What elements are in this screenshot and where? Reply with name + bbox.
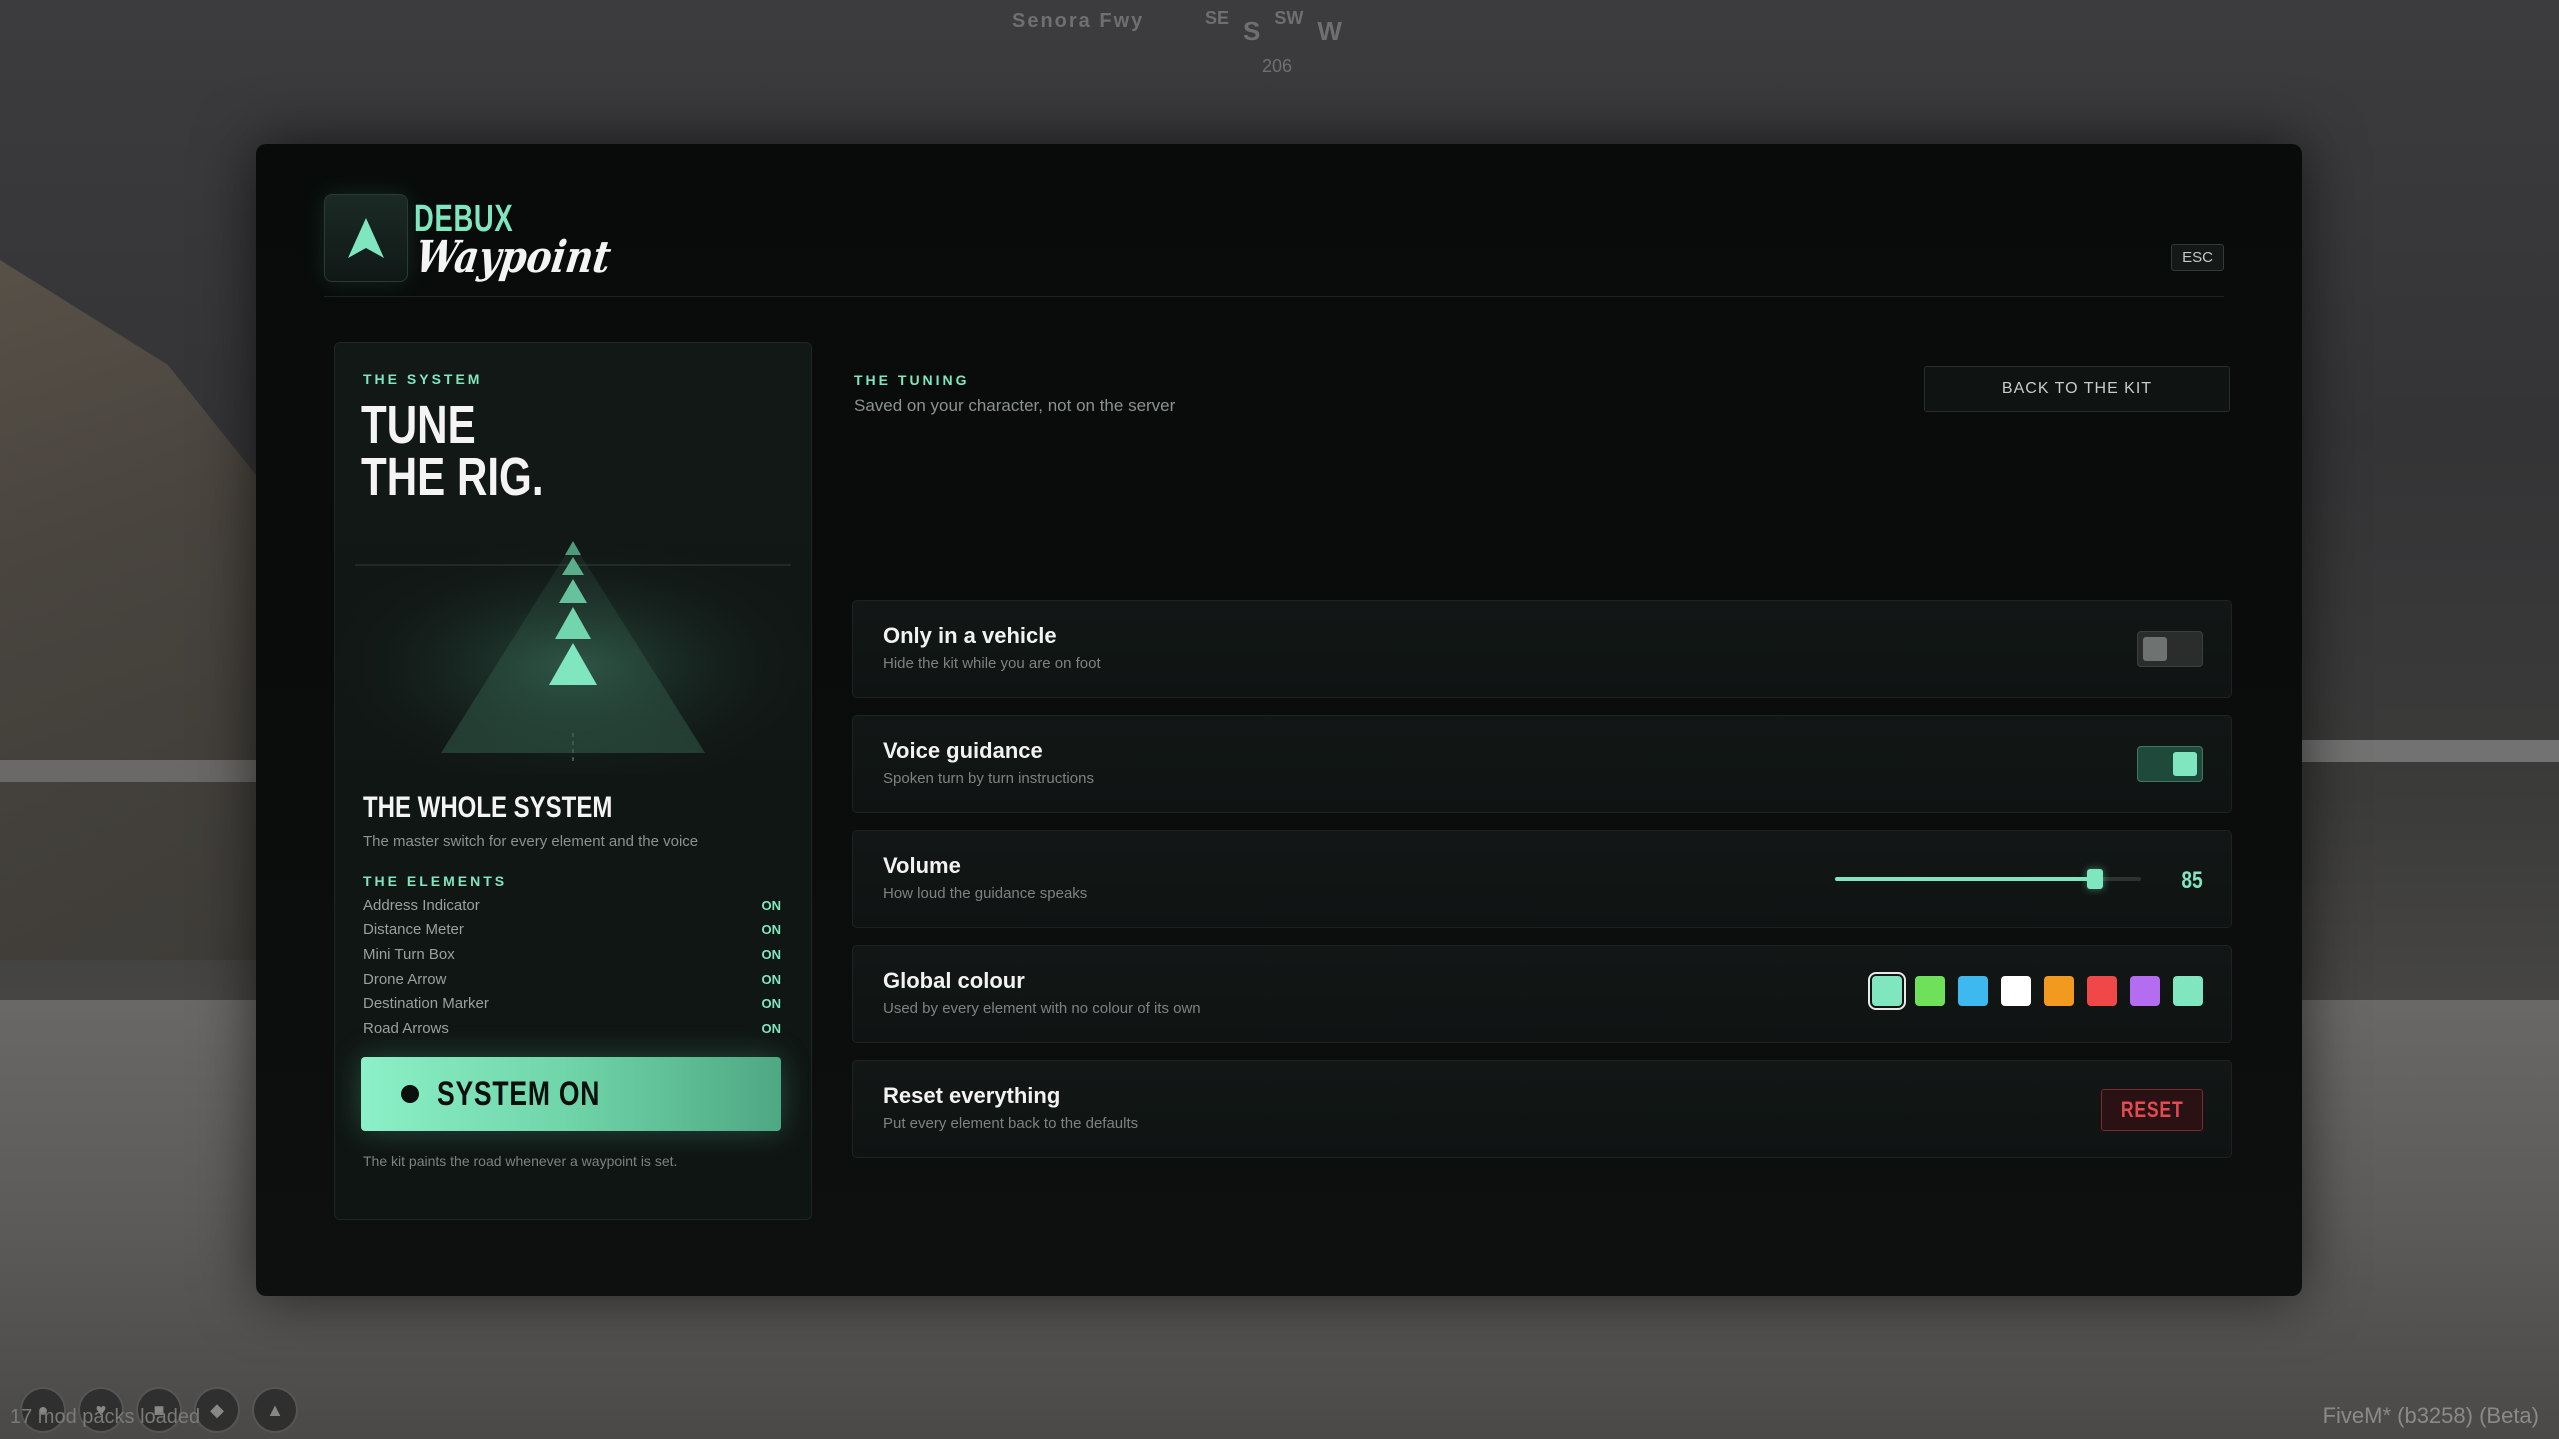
- reset-button-label: RESET: [2120, 1097, 2184, 1122]
- background-guardrail-left: [0, 760, 260, 782]
- esc-button[interactable]: ESC: [2171, 244, 2224, 271]
- list-item: Destination Marker ON: [363, 991, 781, 1016]
- list-item: Address Indicator ON: [363, 893, 781, 918]
- colour-swatch[interactable]: [2130, 976, 2160, 1006]
- system-button-label: SYSTEM ON: [437, 1074, 601, 1113]
- setting-description: Hide the kit while you are on foot: [883, 655, 1101, 672]
- setting-description: Spoken turn by turn instructions: [883, 770, 1094, 787]
- compass-w: W: [1317, 16, 1342, 46]
- element-name: Mini Turn Box: [363, 945, 455, 963]
- status-dot-icon: [401, 1085, 419, 1103]
- system-card: THE SYSTEM TUNE THE RIG. THE WHOLE SYSTE…: [334, 342, 812, 1220]
- setting-name: Reset everything: [883, 1083, 1061, 1108]
- list-item: Distance Meter ON: [363, 918, 781, 943]
- element-name: Destination Marker: [363, 995, 489, 1013]
- tuning-eyebrow: THE TUNING: [854, 372, 970, 388]
- voice-guidance-toggle[interactable]: [2137, 746, 2203, 782]
- toggle-knob: [2143, 637, 2167, 661]
- colour-swatches: [1868, 972, 2203, 1010]
- elements-eyebrow: THE ELEMENTS: [363, 873, 508, 889]
- hud-mod-status: 17 mod packs loaded: [10, 1406, 201, 1428]
- waypoint-settings-panel: DEBUX Waypoint ESC THE SYSTEM TUNE THE R…: [256, 144, 2302, 1296]
- hud-heading: 206: [1262, 56, 1293, 76]
- setting-volume: Volume How loud the guidance speaks 85: [852, 830, 2232, 928]
- list-item: Mini Turn Box ON: [363, 942, 781, 967]
- system-title-line2: THE RIG.: [361, 447, 544, 507]
- setting-name: Volume: [883, 853, 961, 878]
- setting-name: Voice guidance: [883, 738, 1043, 763]
- colour-swatch[interactable]: [1958, 976, 1988, 1006]
- logo-badge: [324, 194, 408, 282]
- colour-swatch[interactable]: [2173, 976, 2203, 1006]
- setting-voice-guidance: Voice guidance Spoken turn by turn instr…: [852, 715, 2232, 813]
- setting-global-colour: Global colour Used by every element with…: [852, 945, 2232, 1043]
- setting-name: Only in a vehicle: [883, 623, 1057, 648]
- element-name: Distance Meter: [363, 921, 464, 939]
- brand-script: Waypoint: [412, 232, 615, 283]
- panel-header: DEBUX Waypoint ESC: [324, 184, 2224, 297]
- system-eyebrow: THE SYSTEM: [363, 371, 483, 387]
- compass-sw: SW: [1274, 8, 1304, 28]
- arrow-icon: [348, 218, 384, 258]
- colour-swatch[interactable]: [2044, 976, 2074, 1006]
- volume-value: 85: [2181, 867, 2203, 894]
- volume-slider[interactable]: [1835, 869, 2141, 889]
- client-version: FiveM* (b3258) (Beta): [2322, 1403, 2539, 1428]
- system-title-line1: TUNE: [361, 395, 476, 455]
- reset-button[interactable]: RESET: [2101, 1089, 2203, 1131]
- setting-description: Put every element back to the defaults: [883, 1115, 1139, 1132]
- hud-compass: SE S SW W: [1205, 8, 1342, 47]
- compass-se: SE: [1205, 8, 1230, 28]
- list-item: Drone Arrow ON: [363, 967, 781, 992]
- setting-description: How loud the guidance speaks: [883, 885, 1088, 902]
- back-to-kit-button[interactable]: BACK TO THE KIT: [1924, 366, 2230, 412]
- element-name: Drone Arrow: [363, 970, 447, 988]
- background-guardrail-right: [2259, 740, 2559, 762]
- system-title: TUNE THE RIG.: [361, 395, 544, 507]
- setting-name: Global colour: [883, 968, 1025, 993]
- whole-system-subtitle: The master switch for every element and …: [363, 833, 699, 850]
- element-state: ON: [761, 996, 782, 1012]
- compass-s: S: [1243, 16, 1261, 46]
- hunger-icon: ▲: [252, 1387, 298, 1433]
- volume-slider-fill: [1835, 877, 2096, 881]
- volume-slider-thumb[interactable]: [2087, 869, 2104, 889]
- element-state: ON: [761, 922, 782, 938]
- element-state: ON: [761, 971, 782, 987]
- road-arrows-illustration: [335, 533, 811, 773]
- tuning-subtitle: Saved on your character, not on the serv…: [854, 396, 1176, 415]
- setting-only-in-vehicle: Only in a vehicle Hide the kit while you…: [852, 600, 2232, 698]
- element-state: ON: [761, 1020, 782, 1036]
- elements-list: Address Indicator ON Distance Meter ON M…: [363, 893, 781, 1041]
- element-state: ON: [761, 946, 782, 962]
- hud-street-name: Senora Fwy: [1012, 10, 1145, 32]
- element-state: ON: [761, 897, 782, 913]
- colour-swatch[interactable]: [1915, 976, 1945, 1006]
- element-name: Road Arrows: [363, 1019, 449, 1037]
- colour-swatch[interactable]: [2087, 976, 2117, 1006]
- colour-swatch[interactable]: [2001, 976, 2031, 1006]
- thirst-icon: ◆: [194, 1387, 240, 1433]
- colour-swatch[interactable]: [1868, 972, 1906, 1010]
- system-toggle-button[interactable]: SYSTEM ON: [361, 1057, 781, 1131]
- only-in-vehicle-toggle[interactable]: [2137, 631, 2203, 667]
- list-item: Road Arrows ON: [363, 1016, 781, 1041]
- whole-system-title: THE WHOLE SYSTEM: [363, 791, 613, 824]
- setting-description: Used by every element with no colour of …: [883, 1000, 1201, 1017]
- toggle-knob: [2173, 752, 2197, 776]
- element-name: Address Indicator: [363, 896, 480, 914]
- setting-reset-everything: Reset everything Put every element back …: [852, 1060, 2232, 1158]
- system-footnote: The kit paints the road whenever a waypo…: [363, 1153, 678, 1169]
